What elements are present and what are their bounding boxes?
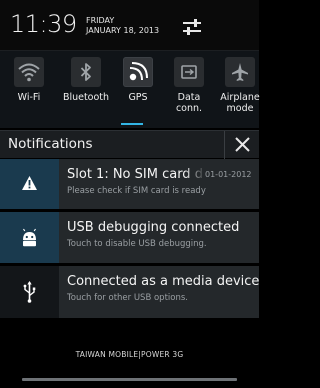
toggle-label-bluetooth: Bluetooth bbox=[62, 92, 110, 103]
airplane-icon bbox=[225, 57, 255, 87]
gps-icon bbox=[123, 57, 153, 87]
notification-title: Slot 1: No SIM card d bbox=[67, 167, 203, 182]
notification-icon-panel bbox=[0, 212, 59, 263]
notification-title: Connected as a media device bbox=[67, 274, 259, 289]
data-connection-icon bbox=[174, 57, 204, 87]
settings-sliders-icon bbox=[183, 19, 201, 35]
toggle-label-gps: GPS bbox=[128, 92, 148, 103]
notifications-title: Notifications bbox=[8, 136, 93, 152]
close-icon bbox=[235, 137, 250, 152]
toggle-wifi[interactable]: Wi-Fi bbox=[3, 57, 55, 103]
android-icon bbox=[23, 228, 36, 247]
warning-icon bbox=[22, 176, 37, 190]
toggle-label-airplane-line2: mode bbox=[226, 103, 254, 114]
toggle-gps[interactable]: GPS bbox=[112, 57, 164, 103]
panel-drag-handle[interactable] bbox=[22, 378, 237, 381]
toggle-label-airplane-line1: Airplane bbox=[220, 92, 260, 103]
quick-toggles-panel: Wi-Fi Bluetooth GPS Data conn. Airplane … bbox=[0, 50, 260, 128]
quick-settings-button[interactable] bbox=[181, 18, 203, 36]
day-of-week: FRIDAY bbox=[86, 16, 115, 25]
page-indicator bbox=[118, 119, 145, 134]
notifications-header: Notifications bbox=[0, 130, 259, 159]
notification-subtitle: Touch for other USB options. bbox=[67, 293, 188, 303]
toggle-label-data-line1: Data bbox=[177, 92, 201, 103]
full-date: JANUARY 18, 2013 bbox=[86, 26, 160, 35]
toggle-label-data-line2: conn. bbox=[175, 103, 203, 114]
status-bar: 11:39 FRIDAY JANUARY 18, 2013 bbox=[0, 0, 259, 50]
toggle-label-airplane: Airplane mode bbox=[214, 92, 266, 114]
toggle-bluetooth[interactable]: Bluetooth bbox=[60, 57, 112, 103]
gps-active-indicator bbox=[121, 123, 143, 125]
title-fade bbox=[184, 167, 206, 185]
notification-icon-panel bbox=[0, 266, 59, 318]
clear-all-button[interactable] bbox=[224, 131, 259, 159]
notification-item-media-device[interactable]: Connected as a media device Touch for ot… bbox=[0, 266, 259, 318]
toggle-data-connection[interactable]: Data conn. bbox=[163, 57, 215, 114]
usb-icon bbox=[23, 281, 36, 303]
toggle-airplane-mode[interactable]: Airplane mode bbox=[214, 57, 266, 114]
notification-subtitle: Touch to disable USB debugging. bbox=[67, 239, 207, 249]
notification-item-usb-debugging[interactable]: USB debugging connected Touch to disable… bbox=[0, 212, 259, 263]
clock: 11:39 bbox=[10, 10, 77, 38]
toggle-label-wifi: Wi-Fi bbox=[17, 92, 41, 103]
wifi-icon bbox=[14, 57, 44, 87]
bluetooth-icon bbox=[71, 57, 101, 87]
notification-title: USB debugging connected bbox=[67, 220, 240, 235]
notification-subtitle: Please check if SIM card is ready bbox=[67, 186, 206, 196]
notification-icon-panel bbox=[0, 159, 59, 209]
notification-item-sim[interactable]: Slot 1: No SIM card d 01-01-2012 Please … bbox=[0, 159, 259, 209]
date-display: FRIDAY JANUARY 18, 2013 bbox=[86, 16, 159, 36]
carrier-label: TAIWAN MOBILE|POWER 3G bbox=[75, 350, 184, 359]
toggle-label-data: Data conn. bbox=[163, 92, 215, 114]
notification-time: 01-01-2012 bbox=[205, 170, 252, 179]
